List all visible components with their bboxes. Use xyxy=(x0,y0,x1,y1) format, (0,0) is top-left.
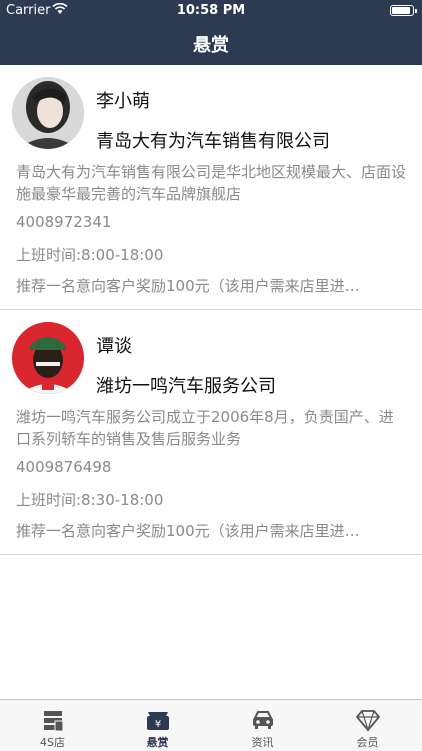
phone-number[interactable]: 4008972341 xyxy=(16,213,111,231)
working-hours: 上班时间:8:00-18:00 xyxy=(16,246,164,264)
tab-member[interactable]: 会员 xyxy=(315,700,420,751)
reward-list: 李小萌 青岛大有为汽车销售有限公司 青岛大有为汽车销售有限公司是华北地区规模最大… xyxy=(0,65,422,555)
tab-label: 会员 xyxy=(356,736,379,749)
tab-label: 资讯 xyxy=(251,736,274,749)
contact-name: 谭谈 xyxy=(96,336,132,357)
company-description: 青岛大有为汽车销售有限公司是华北地区规模最大、店面设施最豪华最完善的汽车品牌旗舰… xyxy=(16,163,407,203)
phone-number[interactable]: 4009876498 xyxy=(16,458,111,476)
reward-text: 推荐一名意向客户奖励100元（该用户需来店里进… xyxy=(16,522,360,540)
company-name: 青岛大有为汽车销售有限公司 xyxy=(96,131,330,152)
company-description: 潍坊一鸣汽车服务公司成立于2006年8月，负责国产、进口系列轿车的销售及售后服务… xyxy=(16,408,394,448)
car-icon xyxy=(252,711,273,729)
tab-bar: 4S店 ¥ 悬赏 资讯 会员 xyxy=(0,699,422,751)
store-icon xyxy=(43,711,63,732)
tab-reward[interactable]: ¥ 悬赏 xyxy=(105,700,210,751)
page-title: 悬赏 xyxy=(193,35,229,56)
reward-icon: ¥ xyxy=(146,712,169,730)
clock: 10:58 PM xyxy=(176,3,246,18)
company-name: 潍坊一鸣汽车服务公司 xyxy=(96,376,276,397)
tab-4s-store[interactable]: 4S店 xyxy=(0,700,105,751)
tab-label: 4S店 xyxy=(40,736,65,749)
list-item[interactable]: 谭谈 潍坊一鸣汽车服务公司 潍坊一鸣汽车服务公司成立于2006年8月，负责国产、… xyxy=(0,310,422,555)
status-bar: Carrier 10:58 PM xyxy=(0,0,422,22)
diamond-icon xyxy=(355,710,380,732)
working-hours: 上班时间:8:30-18:00 xyxy=(16,491,164,509)
list-item[interactable]: 李小萌 青岛大有为汽车销售有限公司 青岛大有为汽车销售有限公司是华北地区规模最大… xyxy=(0,65,422,310)
top-bar: Carrier 10:58 PM 悬赏 xyxy=(0,0,422,65)
tab-news[interactable]: 资讯 xyxy=(210,700,315,751)
contact-name: 李小萌 xyxy=(96,91,150,112)
avatar xyxy=(12,77,84,149)
reward-text: 推荐一名意向客户奖励100元（该用户需来店里进… xyxy=(16,277,360,295)
tab-label: 悬赏 xyxy=(146,736,169,749)
svg-text:¥: ¥ xyxy=(154,719,160,730)
battery-icon xyxy=(390,5,417,16)
avatar xyxy=(12,322,84,394)
